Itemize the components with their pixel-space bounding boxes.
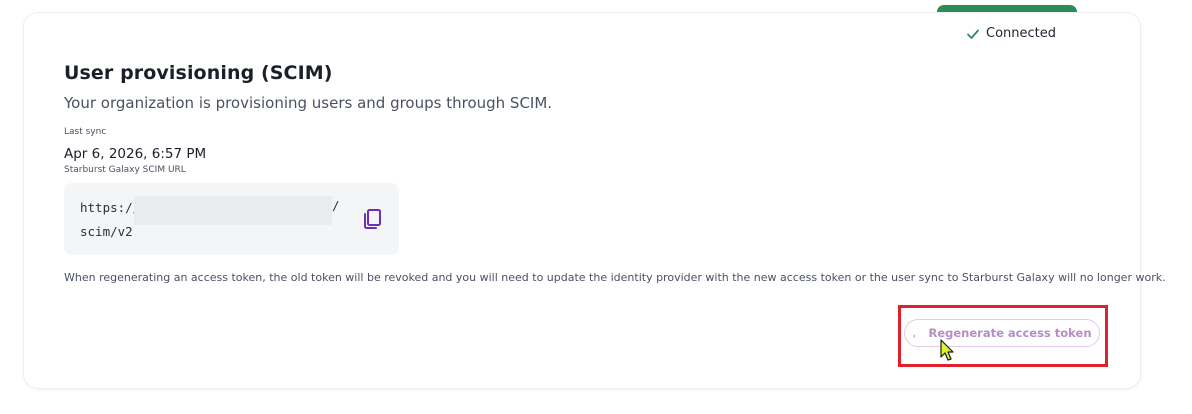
- check-icon: [966, 27, 980, 41]
- scim-url-label: Starburst Galaxy SCIM URL: [64, 165, 186, 175]
- regenerate-access-token-button[interactable]: Regenerate access token: [904, 319, 1100, 347]
- page-title: User provisioning (SCIM): [64, 62, 333, 84]
- scim-url-suffix: scim/v2: [80, 224, 133, 239]
- redacted-host: [134, 196, 332, 225]
- page-subtitle: Your organization is provisioning users …: [64, 94, 553, 112]
- last-sync-label: Last sync: [64, 127, 107, 137]
- scim-url-box: https:// / scim/v2: [64, 183, 399, 255]
- copy-icon[interactable]: [360, 207, 384, 231]
- mouse-cursor-icon: [940, 339, 956, 363]
- scim-url-slash: /: [332, 198, 340, 213]
- scim-url-prefix: https://: [80, 200, 141, 215]
- last-sync-value: Apr 6, 2026, 6:57 PM: [64, 146, 207, 162]
- loading-spinner-icon: [912, 328, 922, 338]
- connection-status: Connected: [966, 26, 1056, 41]
- regenerate-button-label: Regenerate access token: [928, 326, 1092, 340]
- regenerate-notice: When regenerating an access token, the o…: [64, 271, 1166, 284]
- page: Connected User provisioning (SCIM) Your …: [0, 0, 1192, 414]
- status-label: Connected: [986, 26, 1057, 41]
